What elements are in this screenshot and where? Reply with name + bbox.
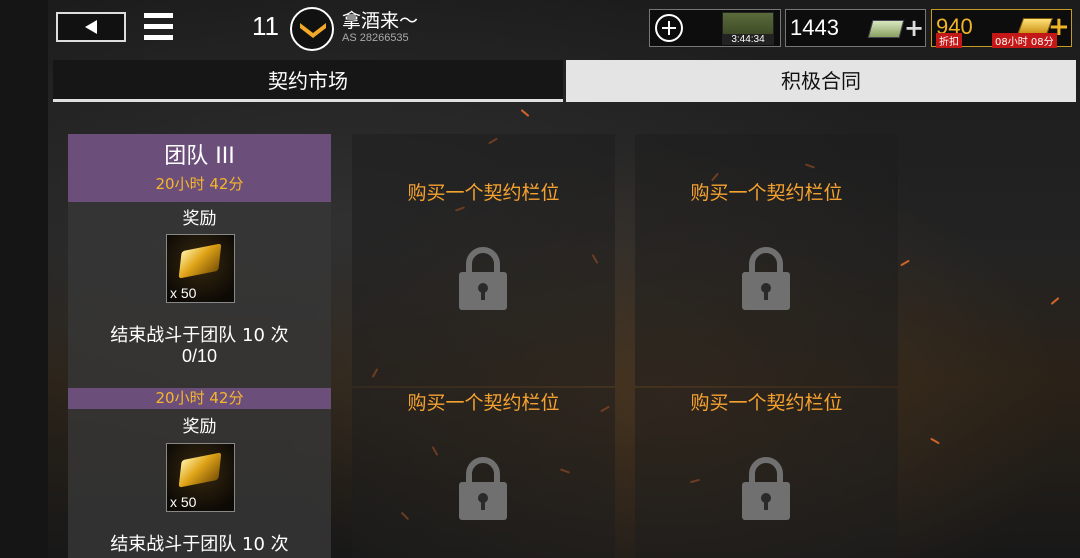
buy-slot-label: 购买一个契约栏位 [407, 392, 560, 414]
contract-card[interactable]: 20小时 42分 奖励 x 50 结束战斗于团队 10 次 [68, 388, 331, 558]
contract-objective: 结束战斗于团队 10 次 [110, 325, 289, 346]
tank-icon [722, 12, 774, 36]
rank-chevron-icon [290, 7, 334, 51]
gold-box[interactable]: 940 + 折扣 08小时 08分 [931, 9, 1072, 48]
reward-quantity: x 50 [170, 494, 197, 510]
locked-slot[interactable]: 购买一个契约栏位 [352, 134, 615, 386]
silver-amount: 1443 [790, 15, 839, 40]
contract-objective: 结束战斗于团队 10 次 [110, 534, 289, 555]
reward-item: x 50 [166, 443, 235, 512]
player-id: AS 28266535 [342, 32, 409, 44]
reward-label: 奖励 [182, 209, 217, 229]
gold-reward-icon [178, 243, 222, 279]
lock-icon [742, 247, 790, 310]
cash-icon [867, 20, 905, 38]
back-arrow-icon [85, 20, 97, 34]
buy-slot-label: 购买一个契约栏位 [407, 182, 560, 204]
contract-time-left: 20小时 42分 [155, 175, 244, 193]
discount-timer: 08小时 08分 [992, 33, 1057, 48]
contract-time-left: 20小时 42分 [155, 389, 244, 407]
add-silver-icon[interactable]: + [904, 16, 924, 40]
tank-slot-box[interactable]: 3:44:34 [649, 9, 781, 47]
tank-timer: 3:44:34 [722, 34, 774, 45]
lock-icon [459, 457, 507, 520]
gold-reward-icon [178, 452, 222, 488]
contract-header: 团队 III 20小时 42分 [68, 134, 331, 202]
contract-card[interactable]: 团队 III 20小时 42分 奖励 x 50 结束战斗于团队 10 次 0/1… [68, 134, 331, 388]
contract-title: 团队 III [164, 144, 235, 169]
tab-active-contracts[interactable]: 积极合同 [566, 60, 1076, 102]
player-level: 11 [252, 11, 279, 41]
contract-header: 20小时 42分 [68, 388, 331, 409]
locked-slot[interactable]: 购买一个契约栏位 [352, 388, 615, 558]
contract-progress: 0/10 [181, 346, 218, 366]
add-circle-icon[interactable] [655, 14, 683, 42]
tab-contract-market[interactable]: 契约市场 [53, 60, 563, 102]
locked-slot[interactable]: 购买一个契约栏位 [635, 388, 898, 558]
reward-item: x 50 [166, 234, 235, 303]
locked-slot[interactable]: 购买一个契约栏位 [635, 134, 898, 386]
menu-icon[interactable] [144, 13, 173, 41]
silver-box[interactable]: 1443 + [785, 9, 926, 47]
back-button[interactable] [56, 12, 126, 42]
buy-slot-label: 购买一个契约栏位 [690, 182, 843, 204]
reward-quantity: x 50 [170, 285, 197, 301]
lock-icon [742, 457, 790, 520]
lock-icon [459, 247, 507, 310]
buy-slot-label: 购买一个契约栏位 [690, 392, 843, 414]
discount-label: 折扣 [936, 33, 962, 48]
player-name: 拿酒来～ [342, 10, 419, 32]
reward-label: 奖励 [182, 417, 217, 437]
